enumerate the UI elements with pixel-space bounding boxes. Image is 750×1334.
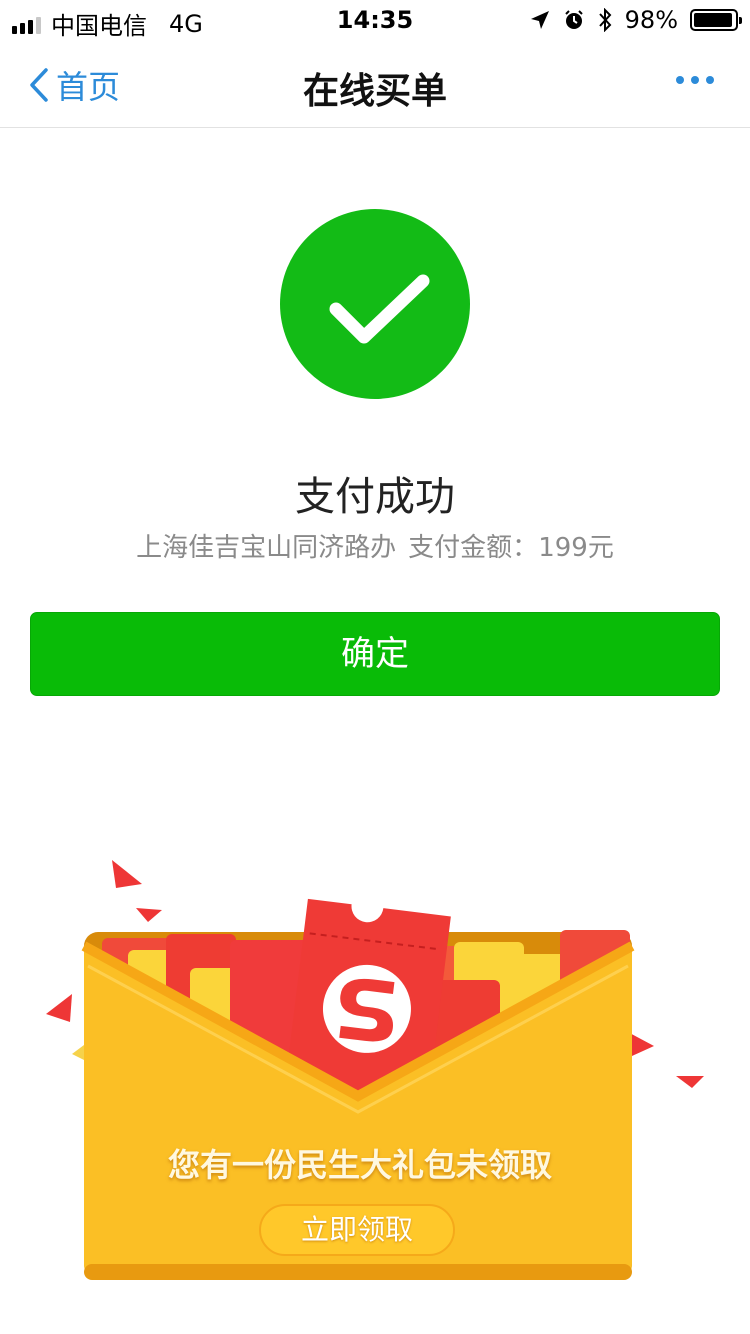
merchant-name: 上海佳吉宝山同济路办 xyxy=(136,533,397,563)
payment-success-page: 中国电信 4G 14:35 98% 首页 在线买单 支付成功 上海佳吉宝山同济路… xyxy=(0,0,750,1334)
navigation-bar: 首页 在线买单 xyxy=(0,40,750,128)
claim-now-button[interactable]: 立即领取 xyxy=(259,1204,455,1256)
confetti-icon xyxy=(136,908,162,922)
confirm-button[interactable]: 确定 xyxy=(30,612,720,696)
confetti-icon xyxy=(46,994,72,1022)
more-dots-icon[interactable] xyxy=(676,76,714,84)
success-title: 支付成功 xyxy=(295,474,455,520)
amount-label: 支付金额： xyxy=(408,533,539,563)
confetti-icon xyxy=(676,1076,704,1088)
confetti-icon xyxy=(112,860,142,888)
bluetooth-icon xyxy=(598,8,612,32)
check-circle-icon xyxy=(280,209,470,399)
page-title: 在线买单 xyxy=(302,71,447,112)
status-bar: 中国电信 4G 14:35 98% xyxy=(0,0,750,40)
battery-percent: 98% xyxy=(624,6,678,34)
promo-message: 您有一份民生大礼包未领取 xyxy=(167,1146,552,1184)
gift-package-banner[interactable]: 您有一份民生大礼包未领取 立即领取 xyxy=(40,850,720,1290)
amount-value: 199元 xyxy=(538,533,614,563)
alarm-icon xyxy=(564,10,583,29)
payment-description: 上海佳吉宝山同济路办 支付金额：199元 xyxy=(0,527,750,564)
status-right: 98% xyxy=(529,6,742,34)
battery-icon xyxy=(690,9,742,31)
location-arrow-icon xyxy=(530,11,549,29)
